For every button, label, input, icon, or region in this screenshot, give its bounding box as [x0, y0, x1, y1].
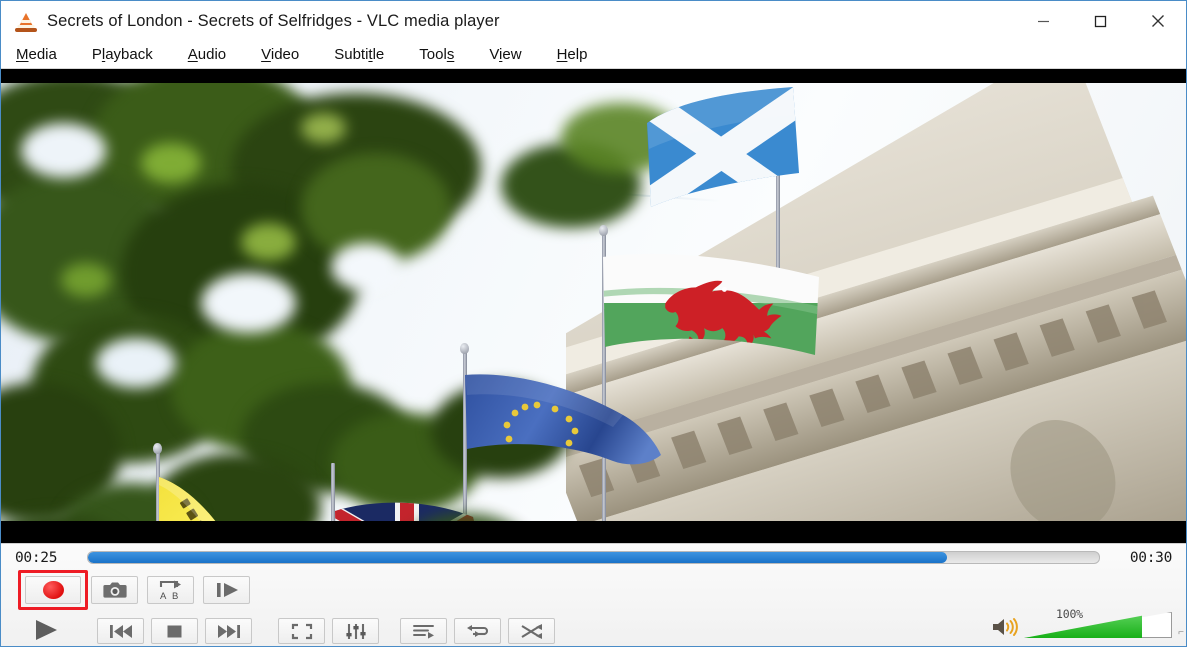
vlc-window: Secrets of London - Secrets of Selfridge…: [0, 0, 1187, 647]
elapsed-time: 00:25: [15, 549, 58, 566]
menu-item-tools[interactable]: Tools: [418, 44, 455, 65]
seek-bar-fill: [88, 552, 948, 563]
snapshot-button[interactable]: [91, 576, 138, 604]
maximize-button[interactable]: [1072, 1, 1129, 41]
record-icon: [42, 581, 64, 599]
flag-yellow: [159, 477, 261, 521]
video-frame: [1, 83, 1186, 521]
menu-item-help[interactable]: Help: [556, 44, 589, 65]
frame-step-icon: [216, 583, 238, 597]
svg-text:A: A: [160, 591, 167, 601]
ab-loop-button[interactable]: A B: [147, 576, 194, 604]
close-button[interactable]: [1129, 1, 1186, 41]
window-title: Secrets of London - Secrets of Selfridge…: [47, 11, 500, 30]
stop-button[interactable]: [151, 618, 198, 644]
next-button[interactable]: [205, 618, 252, 644]
sky-gap: [96, 338, 176, 388]
sky-gap: [201, 273, 296, 333]
svg-text:B: B: [172, 591, 178, 601]
maximize-icon: [1094, 15, 1107, 27]
stop-icon: [167, 625, 182, 637]
previous-button[interactable]: [97, 618, 144, 644]
flag-scotland: [647, 87, 799, 207]
previous-icon: [109, 624, 132, 638]
extended-settings-button[interactable]: [332, 618, 379, 644]
video-output[interactable]: [1, 69, 1186, 543]
seek-row: 00:25 00:30: [1, 544, 1186, 571]
play-icon: [36, 620, 57, 640]
title-bar: Secrets of London - Secrets of Selfridge…: [1, 1, 1186, 41]
flag-european-union: [465, 374, 661, 465]
menu-item-subtitle[interactable]: Subtitle: [333, 44, 385, 65]
window-controls: [1015, 1, 1186, 41]
control-bar: 00:25 00:30 A B 100% ⌐: [1, 543, 1186, 646]
sky-gap: [331, 243, 401, 291]
flagpole-finial-eu: [460, 343, 469, 354]
menu-item-playback[interactable]: Playback: [91, 44, 154, 65]
vlc-cone-icon: [13, 8, 39, 34]
camera-icon: [102, 582, 127, 598]
playlist-button[interactable]: [400, 618, 447, 644]
fullscreen-button[interactable]: [278, 618, 325, 644]
volume-fill: [1024, 615, 1143, 638]
random-button[interactable]: [508, 618, 555, 644]
menu-item-media[interactable]: MMediaedia: [15, 44, 58, 65]
foliage-highlight: [301, 113, 346, 143]
button-rows: A B 100% ⌐: [1, 570, 1186, 646]
foliage-highlight: [141, 143, 201, 183]
menu-item-view[interactable]: View: [488, 44, 522, 65]
next-icon: [217, 624, 240, 638]
menu-item-audio[interactable]: Audio: [187, 44, 227, 65]
frame-by-frame-button[interactable]: [203, 576, 250, 604]
seek-bar[interactable]: [87, 551, 1100, 564]
equalizer-icon: [345, 623, 366, 639]
loop-icon: [466, 624, 488, 637]
menu-bar: MMediaedia Playback Audio Video Subtitle…: [1, 41, 1186, 69]
speaker-icon: [993, 618, 1018, 636]
volume-button[interactable]: [992, 616, 1018, 638]
menu-item-video[interactable]: Video: [260, 44, 300, 65]
minimize-icon: [1038, 20, 1049, 22]
loop-button[interactable]: [454, 618, 501, 644]
flagpole-finial-yellow: [153, 443, 162, 454]
letterbox-top: [1, 69, 1186, 83]
flagpole-finial-wales: [599, 225, 608, 236]
foliage-highlight: [241, 223, 296, 261]
sky-gap: [21, 123, 106, 178]
foliage-highlight: [61, 263, 111, 297]
volume-control[interactable]: 100% ⌐: [992, 607, 1184, 638]
minimize-button[interactable]: [1015, 1, 1072, 41]
play-button[interactable]: [18, 614, 74, 646]
record-button[interactable]: [25, 576, 81, 604]
volume-level-label: 100%: [1056, 607, 1083, 621]
volume-slider[interactable]: 100% ⌐: [1024, 607, 1184, 638]
playlist-icon: [412, 625, 434, 639]
total-duration: 00:30: [1129, 549, 1172, 566]
volume-max-marker: ⌐: [1178, 627, 1184, 638]
shuffle-icon: [520, 623, 542, 639]
fullscreen-icon: [291, 623, 312, 639]
close-icon: [1151, 15, 1164, 27]
ab-loop-icon: A B: [159, 580, 181, 601]
letterbox-bottom: [1, 521, 1186, 543]
